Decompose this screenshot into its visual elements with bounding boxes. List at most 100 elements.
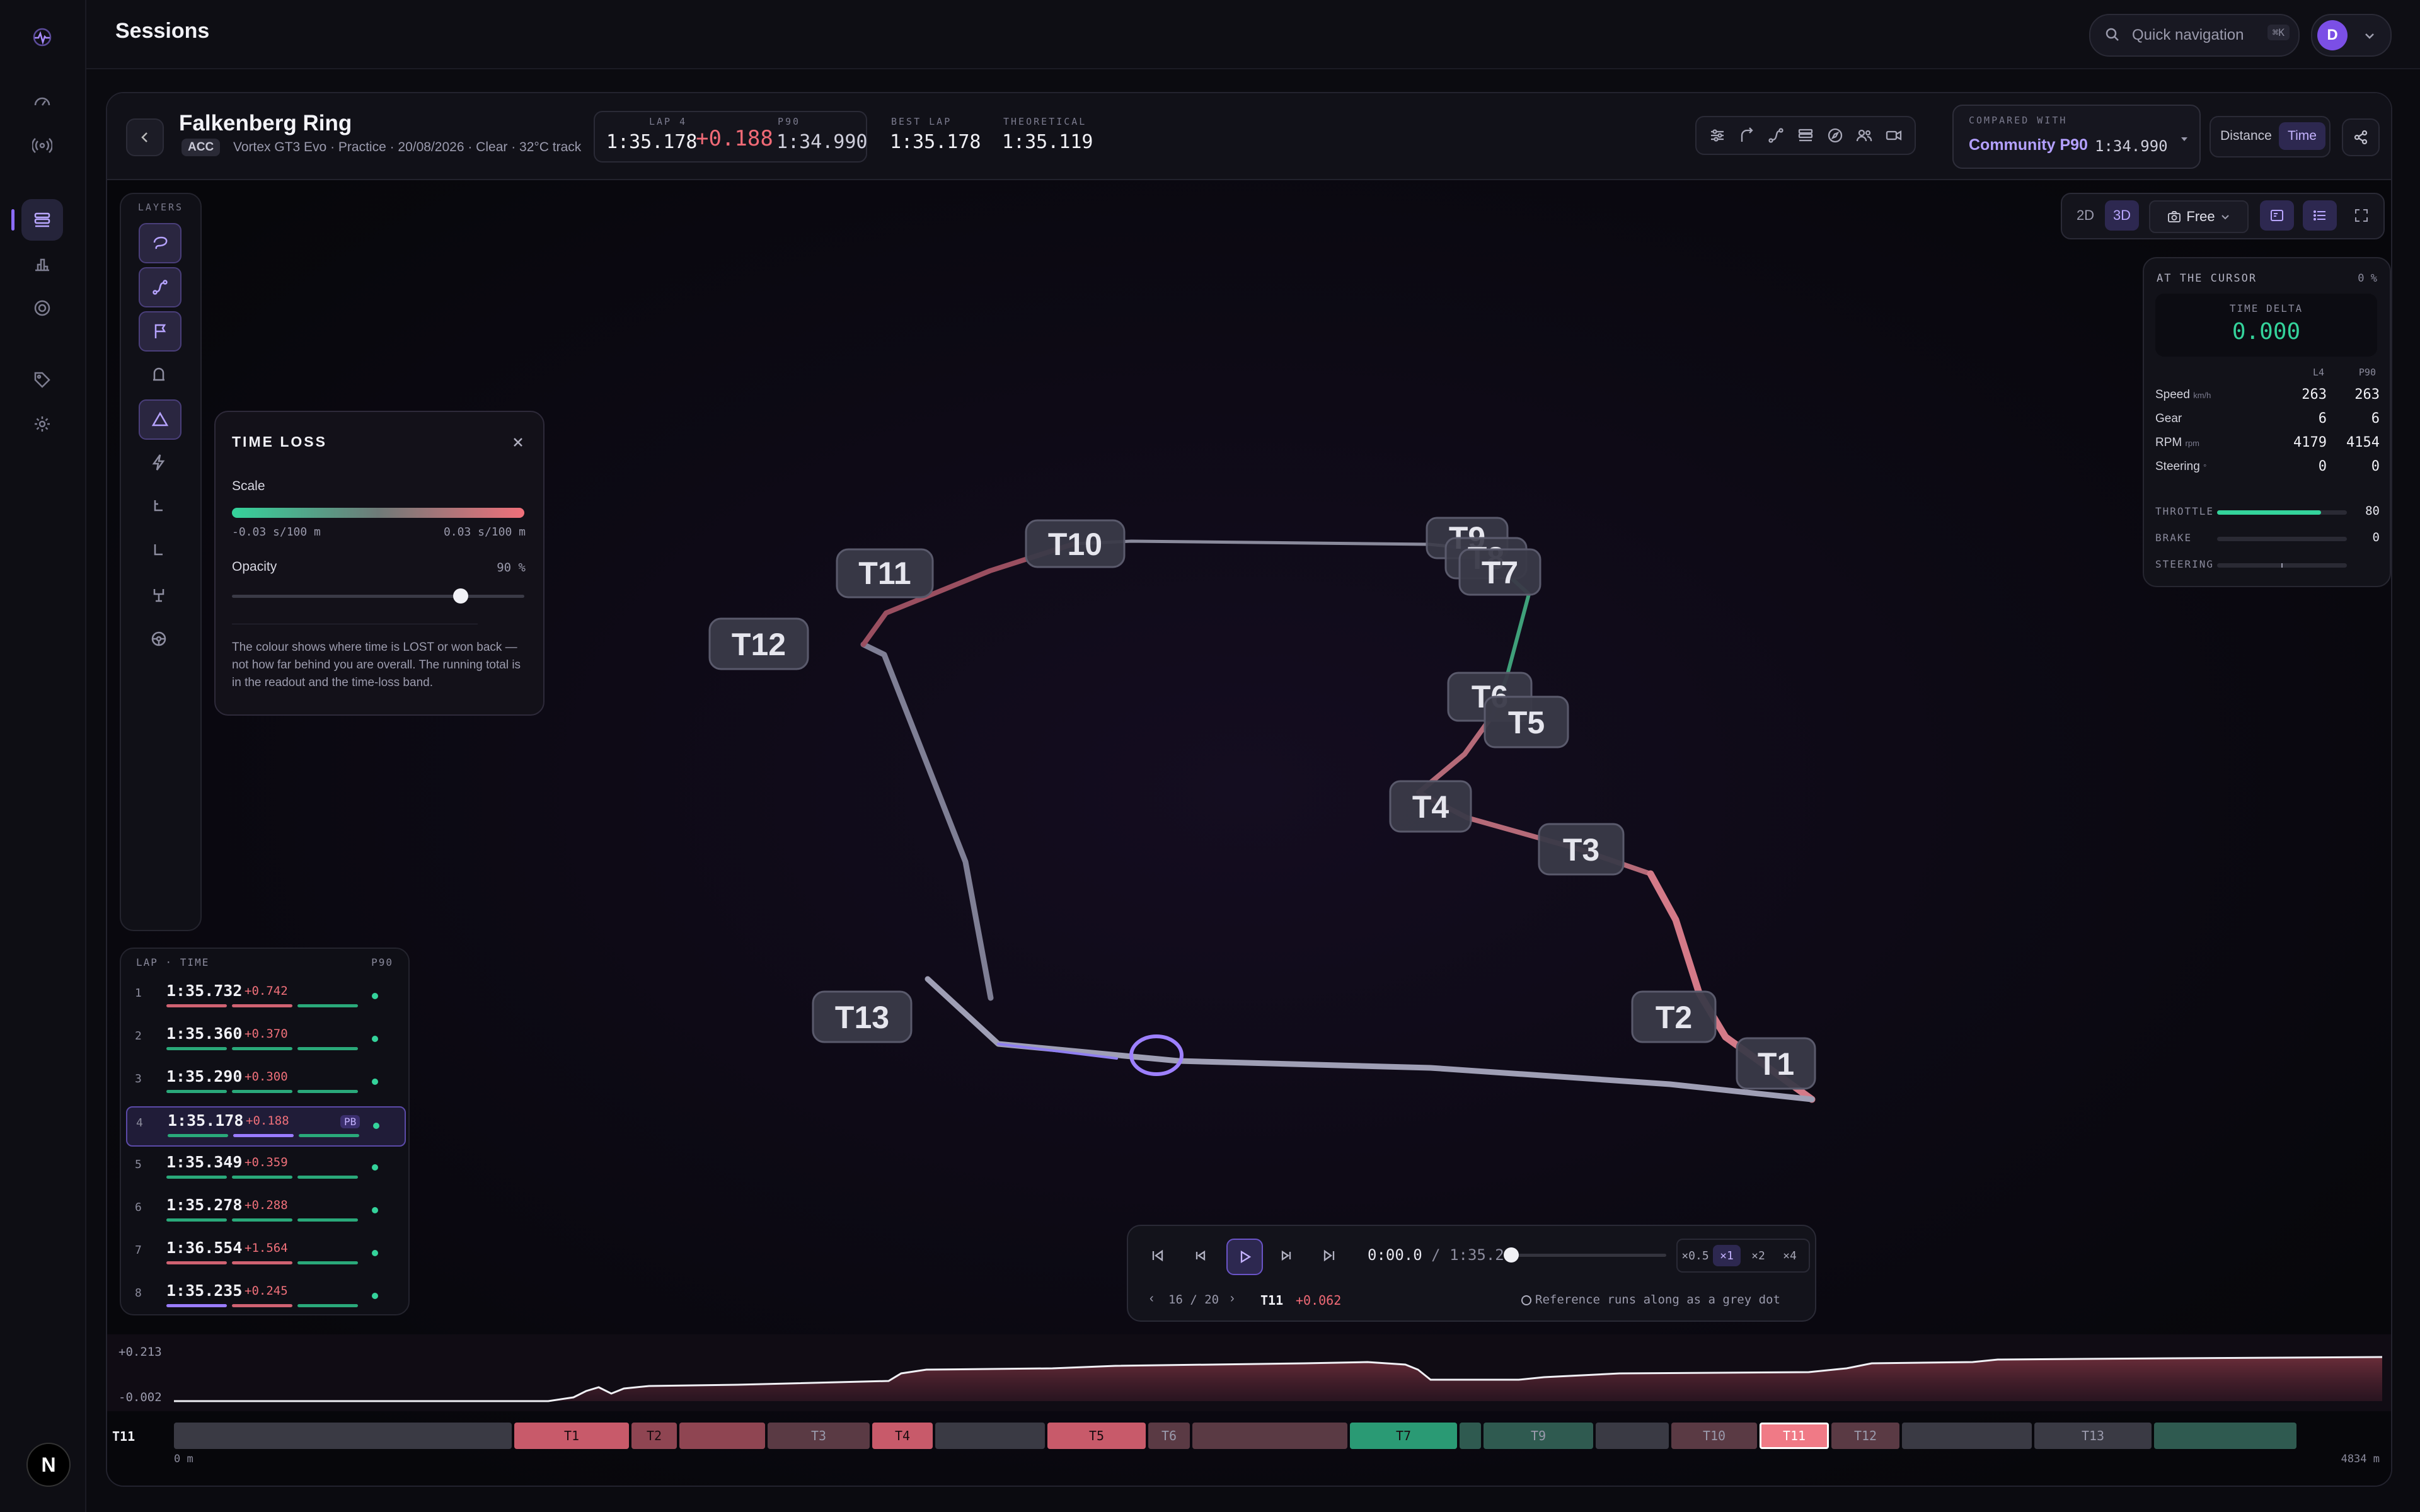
scrub-bar[interactable] [1504, 1247, 1666, 1263]
sector-segment[interactable]: T10 [1671, 1423, 1757, 1449]
layers-stack-icon[interactable] [1797, 127, 1814, 144]
workspace-avatar[interactable]: N [26, 1443, 71, 1487]
layer-track-outline[interactable] [139, 223, 182, 263]
playback-speed-option[interactable]: ×1 [1713, 1245, 1741, 1266]
layer-ghost[interactable] [139, 355, 179, 393]
page-next-icon[interactable]: › [1230, 1292, 1235, 1306]
delta-chart[interactable]: +0.213 -0.002 [107, 1334, 2391, 1411]
fullscreen-button[interactable] [2344, 200, 2378, 231]
scrub-thumb[interactable] [1504, 1247, 1519, 1263]
sector-segment[interactable] [1460, 1423, 1481, 1449]
lap-row[interactable]: 5 1:35.349 +0.359 [126, 1149, 403, 1187]
live-broadcast-icon[interactable] [21, 125, 63, 166]
turn-label-t3-text: T3 [1563, 832, 1599, 868]
sector-segment[interactable] [1192, 1423, 1347, 1449]
playback-speed-option[interactable]: ×4 [1776, 1245, 1804, 1266]
settings-gear-icon[interactable] [21, 403, 63, 445]
playback-speed-option[interactable]: ×0.5 [1681, 1245, 1709, 1266]
sector-segment[interactable] [2154, 1423, 2296, 1449]
back-button[interactable] [126, 118, 164, 156]
lap-row[interactable]: 3 1:35.290 +0.300 [126, 1063, 403, 1101]
layer-racing-line[interactable] [139, 267, 182, 307]
sector-bar [166, 1004, 227, 1007]
opacity-slider-thumb[interactable] [453, 588, 469, 604]
turn-label-t4: T4 [1389, 780, 1472, 833]
video-camera-icon[interactable] [1885, 127, 1903, 144]
sector-bar [166, 1176, 227, 1179]
quick-navigation-label: Quick navigation [2132, 26, 2244, 43]
distance-toggle[interactable]: Distance [2215, 122, 2278, 150]
sector-segment[interactable]: T7 [1350, 1423, 1457, 1449]
view-2d-button[interactable]: 2D [2068, 200, 2102, 231]
opacity-value: 90 % [497, 561, 526, 575]
lap-time: 1:35.178 [606, 131, 698, 153]
layer-braking[interactable] [139, 488, 179, 525]
sector-segment[interactable] [174, 1423, 512, 1449]
layer-steering[interactable] [139, 620, 179, 658]
play-button[interactable] [1226, 1239, 1263, 1275]
stats-icon[interactable] [21, 243, 63, 285]
shortcut-hint: ⌘K [2267, 25, 2290, 40]
logo-icon[interactable] [21, 16, 63, 58]
layer-gearbox[interactable] [139, 576, 179, 614]
layer-time-loss[interactable] [139, 399, 182, 440]
sector-segment[interactable]: T1 [514, 1423, 629, 1449]
lap-row[interactable]: 1 1:35.732 +0.742 [126, 978, 403, 1016]
skip-to-start-button[interactable] [1141, 1239, 1175, 1273]
sector-segment[interactable]: T2 [631, 1423, 677, 1449]
sector-segment[interactable]: T4 [872, 1423, 933, 1449]
lap-row[interactable]: 6 1:35.278 +0.288 [126, 1192, 403, 1230]
opacity-slider[interactable] [232, 588, 524, 604]
layer-corner-flags[interactable] [139, 311, 182, 352]
share-button[interactable] [2342, 118, 2380, 156]
next-corner-button[interactable] [1269, 1239, 1303, 1273]
racing-line-icon[interactable] [1767, 127, 1785, 144]
sector-segment[interactable]: T5 [1047, 1423, 1146, 1449]
cursor-readout-panel: AT THE CURSOR 0 % TIME DELTA 0.000 L4 P9… [2143, 257, 2391, 587]
playback-speed-option[interactable]: ×2 [1744, 1245, 1772, 1266]
lasso-icon [153, 236, 168, 249]
lap-row[interactable]: 2 1:35.360 +0.370 [126, 1021, 403, 1058]
layer-energy[interactable] [139, 444, 179, 481]
sector-segment[interactable]: T12 [1831, 1423, 1899, 1449]
sector-bar [232, 1304, 292, 1307]
lap-delta: +0.188 [696, 126, 773, 151]
time-toggle[interactable]: Time [2279, 122, 2325, 150]
tag-icon[interactable] [21, 359, 63, 401]
minimap-toggle[interactable] [2260, 200, 2294, 231]
page-prev-icon[interactable]: ‹ [1150, 1292, 1154, 1306]
sector-segment[interactable]: T13 [2034, 1423, 2152, 1449]
sector-bar [297, 1261, 358, 1264]
previous-corner-button[interactable] [1184, 1239, 1218, 1273]
lap-row[interactable]: 7 1:36.554 +1.564 [126, 1235, 403, 1273]
layer-throttle[interactable] [139, 532, 179, 570]
sector-segment[interactable]: T11 [1760, 1423, 1829, 1449]
compare-selector[interactable]: COMPARED WITH Community P90 1:34.990 [1952, 105, 2201, 169]
corner-icon[interactable] [1738, 127, 1756, 144]
target-icon[interactable] [21, 287, 63, 329]
skip-to-end-button[interactable] [1312, 1239, 1346, 1273]
camera-mode-select[interactable]: Free [2149, 200, 2249, 233]
user-menu[interactable]: D [2311, 14, 2392, 57]
sector-segment[interactable]: T9 [1484, 1423, 1593, 1449]
users-icon[interactable] [1855, 127, 1873, 144]
lap-row[interactable]: 8 1:35.235 +0.245 [126, 1278, 403, 1314]
lap-row[interactable]: 4 1:35.178 +0.188 PB [126, 1106, 406, 1147]
lap-delta: +0.370 [245, 1027, 288, 1041]
sector-segment[interactable] [935, 1423, 1045, 1449]
dashboard-gauge-icon[interactable] [21, 81, 63, 122]
quick-navigation-button[interactable]: Quick navigation ⌘K [2089, 14, 2300, 57]
view-3d-button[interactable]: 3D [2105, 200, 2139, 231]
sector-segment[interactable]: T6 [1148, 1423, 1190, 1449]
session-panel: T9 T8 T7 T10 T11 T12 T6 T5 T4 T3 T2 T1 T… [106, 92, 2392, 1487]
sector-segment[interactable]: T3 [768, 1423, 870, 1449]
sliders-icon[interactable] [1708, 127, 1726, 144]
layers-panel: LAYERS [120, 193, 202, 931]
list-toggle[interactable] [2303, 200, 2337, 231]
sector-segment[interactable] [1596, 1423, 1669, 1449]
compass-icon[interactable] [1826, 127, 1844, 144]
close-icon[interactable] [512, 436, 524, 449]
sector-segment[interactable] [679, 1423, 765, 1449]
sector-segment[interactable] [1902, 1423, 2032, 1449]
sessions-icon[interactable] [11, 199, 63, 241]
